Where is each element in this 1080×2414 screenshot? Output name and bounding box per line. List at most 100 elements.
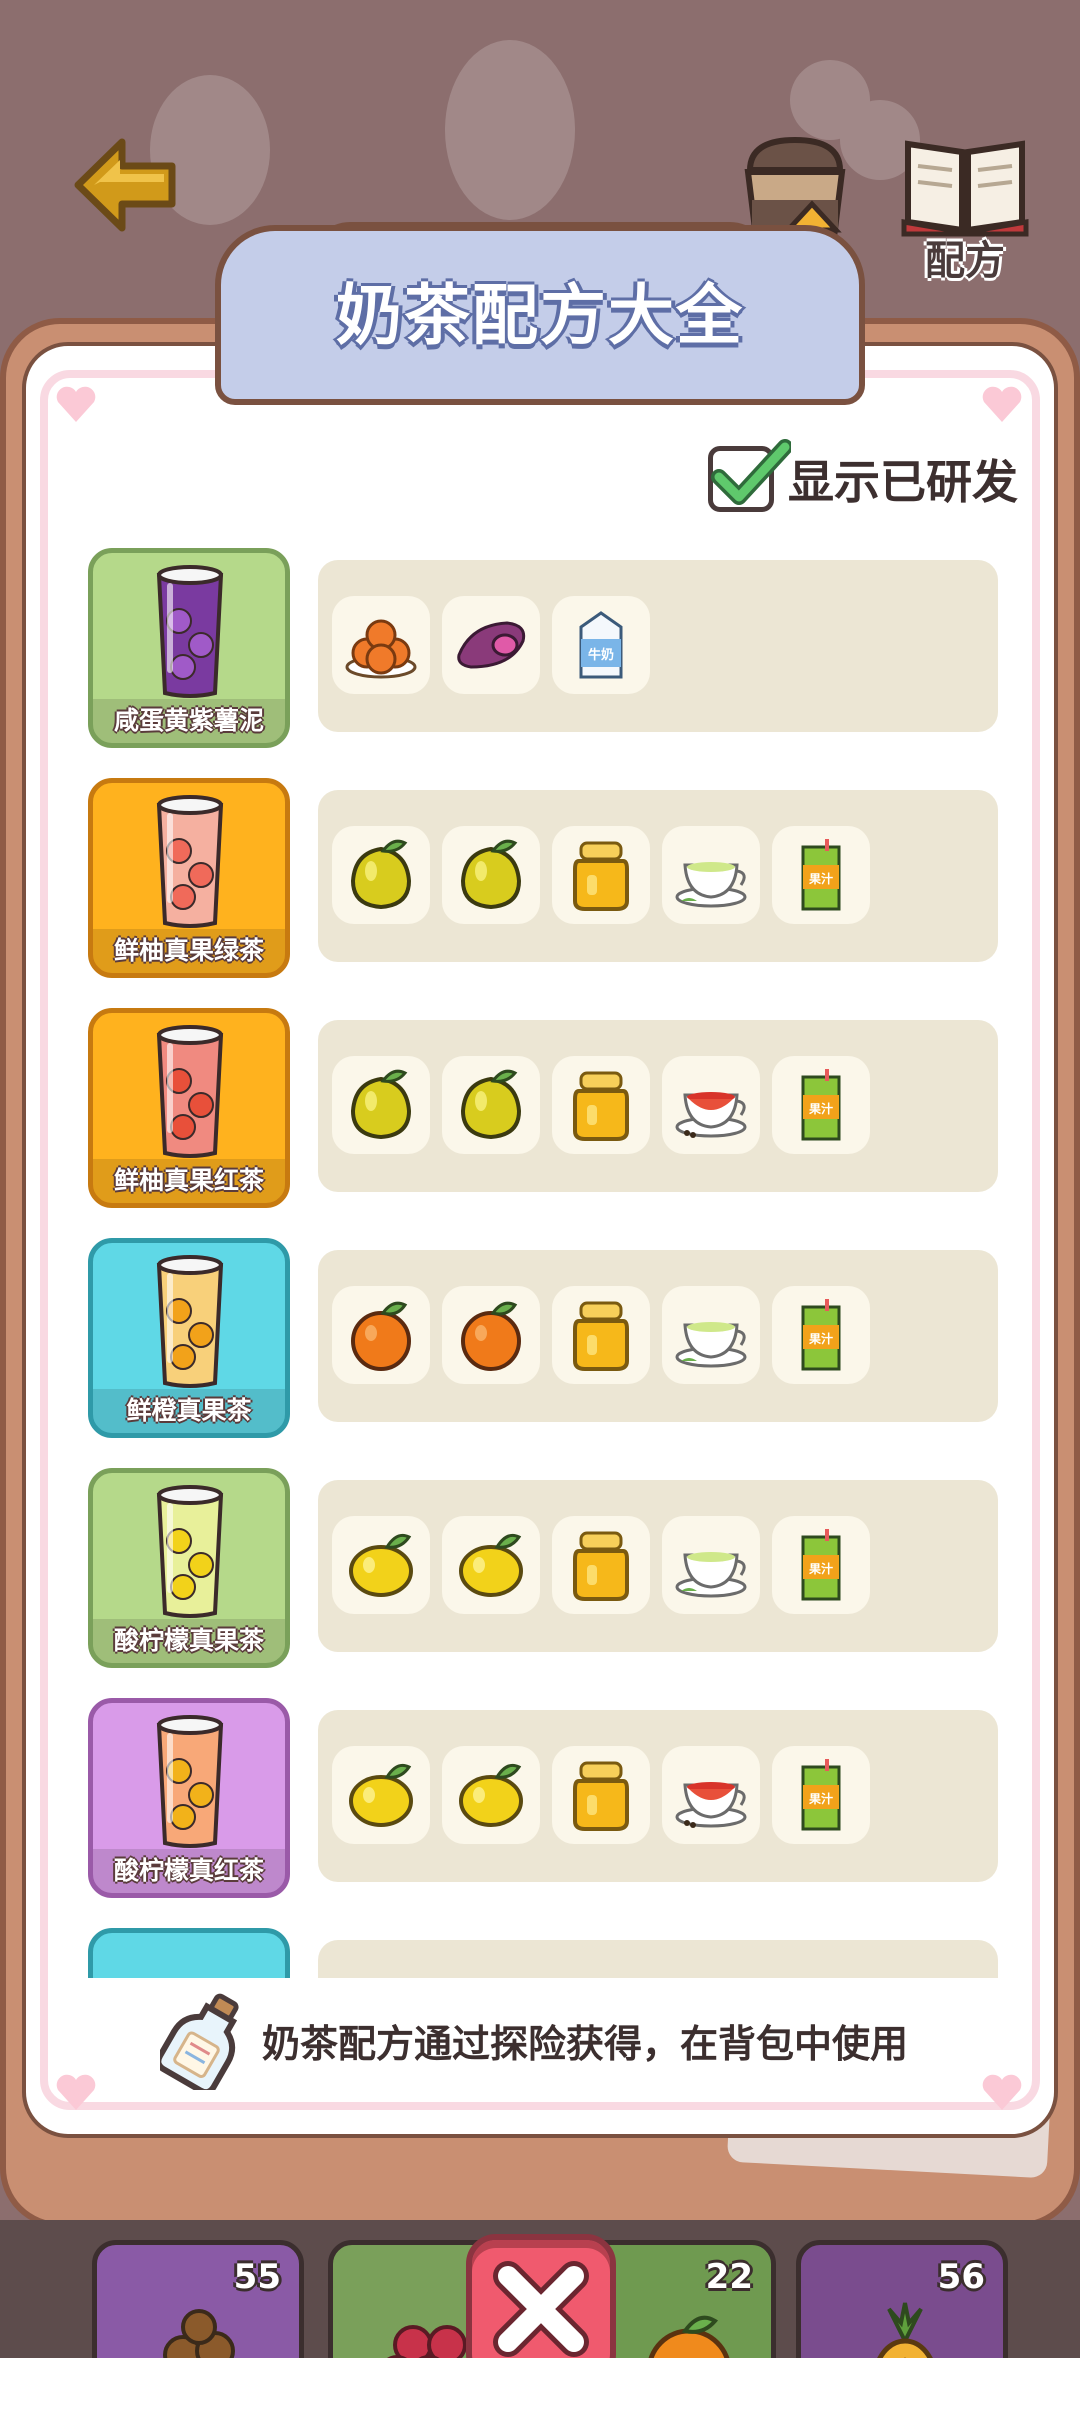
drink-card[interactable]: 鲜橙真果茶	[88, 1238, 290, 1438]
pomelo-icon	[460, 1069, 522, 1140]
ingredient-slot[interactable]	[332, 1286, 430, 1384]
drink-card[interactable]: 咸蛋黄紫薯泥	[88, 548, 290, 748]
inventory-count: 22	[705, 2257, 753, 2297]
drink-name: 鲜橙真果茶	[93, 1389, 285, 1433]
ingredient-slot[interactable]	[332, 1056, 430, 1154]
ingredient-strip: 牛奶	[318, 560, 998, 732]
drink-cup-icon	[156, 1485, 224, 1618]
message-bottle-icon	[160, 1993, 239, 2090]
pomelo-icon	[350, 1069, 412, 1140]
ingredient-slot[interactable]	[442, 1516, 540, 1614]
ingredient-slot[interactable]: 果汁	[772, 1056, 870, 1154]
drink-card[interactable]: 鲜柚真果红茶	[88, 1008, 290, 1208]
ingredient-slot[interactable]	[662, 1746, 760, 1844]
ingredient-strip: 果汁	[318, 1710, 998, 1882]
ingredient-slot[interactable]	[442, 1286, 540, 1384]
ingredient-slot[interactable]	[552, 1746, 650, 1844]
honey-jar-icon	[573, 841, 629, 911]
ingredient-slot[interactable]	[332, 596, 430, 694]
ingredient-slot[interactable]	[552, 826, 650, 924]
ingredient-strip: 果汁	[318, 1020, 998, 1192]
honey-jar-icon	[573, 1761, 629, 1831]
ingredient-slot[interactable]	[442, 826, 540, 924]
drink-cup-icon	[156, 1255, 224, 1388]
orange-icon	[461, 1301, 521, 1371]
recipe-book-button[interactable]: 配方	[900, 130, 1030, 284]
ingredient-slot[interactable]	[442, 596, 540, 694]
ingredient-slot[interactable]: 牛奶	[552, 596, 650, 694]
svg-text:果汁: 果汁	[808, 1561, 833, 1576]
ingredient-slot[interactable]	[332, 826, 430, 924]
svg-text:牛奶: 牛奶	[588, 647, 614, 663]
back-button[interactable]	[70, 130, 180, 240]
pomelo-icon	[350, 839, 412, 910]
drink-card[interactable]: 酸柠檬真红茶	[88, 1698, 290, 1898]
black-tea-icon	[675, 1782, 747, 1828]
ingredient-slot[interactable]	[662, 826, 760, 924]
honey-jar-icon	[573, 1071, 629, 1141]
svg-text:果汁: 果汁	[808, 1791, 833, 1806]
ingredient-slot[interactable]	[332, 1516, 430, 1614]
drink-cup-icon	[156, 1715, 224, 1848]
recipe-list[interactable]: 咸蛋黄紫薯泥 牛奶 鲜柚真果绿茶 果汁 鲜柚真果红茶 果汁 鲜橙真果茶 果汁 酸柠檬真果茶 果汁酸…	[84, 548, 1004, 1978]
drink-card[interactable]: 酸柠檬真果茶	[88, 1468, 290, 1668]
ingredient-slot[interactable]	[662, 1286, 760, 1384]
ingredient-slot[interactable]	[662, 1056, 760, 1154]
heart-decoration-icon	[982, 2074, 1022, 2110]
ingredient-slot[interactable]	[442, 1746, 540, 1844]
lemon-icon	[459, 1533, 523, 1597]
orange-icon	[351, 1301, 411, 1371]
show-researched-checkbox[interactable]	[708, 439, 791, 512]
show-researched-toggle[interactable]: 显示已研发	[708, 439, 1018, 514]
ingredient-slot[interactable]: 果汁	[772, 1516, 870, 1614]
drink-cup-icon	[156, 565, 224, 698]
drink-name: 咸蛋黄紫薯泥	[93, 699, 285, 743]
lemon-icon	[349, 1533, 413, 1597]
ingredient-slot[interactable]	[552, 1516, 650, 1614]
drink-cup-icon	[156, 1025, 224, 1158]
hint-bar: 奶茶配方通过探险获得，在背包中使用	[160, 1985, 908, 2095]
svg-text:果汁: 果汁	[808, 871, 833, 886]
green-tea-icon	[675, 1322, 747, 1368]
recipe-row: 鲜柚真果绿茶 果汁	[84, 778, 1004, 980]
drink-name: 酸柠檬真红茶	[93, 1849, 285, 1893]
open-book-icon	[901, 140, 1029, 237]
recipe-row-partial	[84, 1928, 1004, 1978]
hint-text: 奶茶配方通过探险获得，在背包中使用	[262, 2021, 909, 2066]
ingredient-slot[interactable]	[662, 1516, 760, 1614]
ingredient-slot[interactable]: 果汁	[772, 1286, 870, 1384]
ingredient-slot[interactable]	[552, 1056, 650, 1154]
ingredient-slot[interactable]: 果汁	[772, 826, 870, 924]
recipe-row: 鲜柚真果红茶 果汁	[84, 1008, 1004, 1210]
ingredient-slot[interactable]: 果汁	[772, 1746, 870, 1844]
drink-card[interactable]	[88, 1928, 290, 1978]
heart-decoration-icon	[56, 386, 96, 422]
checkmark-icon	[711, 439, 791, 505]
back-arrow-icon	[74, 138, 176, 232]
recipe-row: 酸柠檬真果茶 果汁	[84, 1468, 1004, 1670]
ingredient-slot[interactable]	[442, 1056, 540, 1154]
ingredient-slot[interactable]	[332, 1746, 430, 1844]
recipe-row: 咸蛋黄紫薯泥 牛奶	[84, 548, 1004, 750]
milk-carton-icon: 牛奶	[579, 611, 623, 679]
salted-egg-yolk-icon	[345, 619, 417, 679]
juice-box-icon: 果汁	[801, 1299, 841, 1371]
recipe-row: 酸柠檬真红茶 果汁	[84, 1698, 1004, 1900]
ingredient-slot[interactable]	[552, 1286, 650, 1384]
honey-jar-icon	[573, 1531, 629, 1601]
black-tea-icon	[675, 1092, 747, 1138]
ingredient-strip: 果汁	[318, 1480, 998, 1652]
ingredient-strip	[318, 1940, 998, 1978]
juice-box-icon: 果汁	[801, 1529, 841, 1601]
green-tea-icon	[675, 862, 747, 908]
bottom-safe-area	[0, 2358, 1080, 2414]
honey-jar-icon	[573, 1301, 629, 1371]
inventory-count: 55	[233, 2257, 281, 2297]
lemon-icon	[349, 1763, 413, 1827]
drink-name: 酸柠檬真果茶	[93, 1619, 285, 1663]
drink-card[interactable]: 鲜柚真果绿茶	[88, 778, 290, 978]
juice-box-icon: 果汁	[801, 839, 841, 911]
svg-text:果汁: 果汁	[808, 1101, 833, 1116]
inventory-count: 56	[937, 2257, 985, 2297]
juice-box-icon: 果汁	[801, 1759, 841, 1831]
